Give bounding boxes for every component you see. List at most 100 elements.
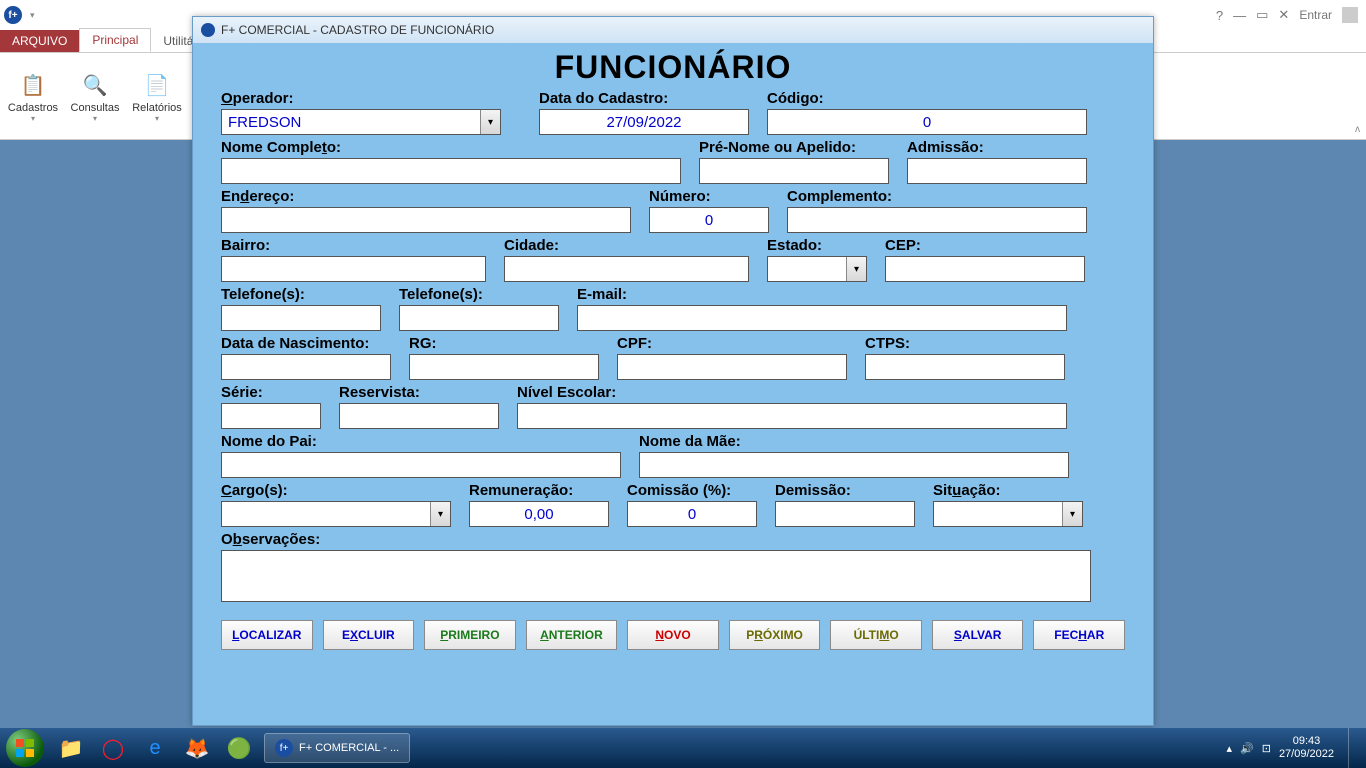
- telefone1-input[interactable]: [221, 305, 381, 331]
- qat-caret-icon[interactable]: ▾: [30, 10, 35, 21]
- bairro-input[interactable]: [221, 256, 486, 282]
- maximize-icon[interactable]: ▭: [1256, 7, 1268, 23]
- clipboard-check-icon: 📄: [141, 70, 173, 102]
- cidade-input[interactable]: [504, 256, 749, 282]
- reservista-input[interactable]: [339, 403, 499, 429]
- proximo-button[interactable]: PRÓXIMO: [729, 620, 821, 650]
- ctps-input[interactable]: [865, 354, 1065, 380]
- observacoes-input[interactable]: [221, 550, 1091, 602]
- cep-input[interactable]: [885, 256, 1085, 282]
- admissao-input[interactable]: [907, 158, 1087, 184]
- ribbon-collapse-icon[interactable]: ʌ: [1355, 124, 1360, 135]
- ribbon-relatorios-label: Relatórios: [132, 102, 182, 114]
- primeiro-button[interactable]: PRIMEIRO: [424, 620, 516, 650]
- tray-volume-icon[interactable]: 🔊: [1240, 742, 1254, 755]
- label-codigo: Código:: [767, 90, 1087, 107]
- firefox-icon[interactable]: 🦊: [177, 732, 217, 764]
- data-cadastro-input[interactable]: [539, 109, 749, 135]
- ribbon-cadastros[interactable]: 📋 Cadastros ▾: [6, 70, 60, 123]
- numero-input[interactable]: [649, 207, 769, 233]
- label-observacoes: Observações:: [221, 531, 1091, 548]
- ribbon-relatorios[interactable]: 📄 Relatórios ▾: [130, 70, 184, 123]
- salvar-button[interactable]: SALVAR: [932, 620, 1024, 650]
- explorer-icon[interactable]: 📁: [51, 732, 91, 764]
- estado-dropdown-icon[interactable]: ▾: [846, 257, 866, 281]
- tray-chevron-icon[interactable]: ▴: [1226, 742, 1232, 755]
- fechar-button[interactable]: FECHAR: [1033, 620, 1125, 650]
- localizar-button[interactable]: LOCALIZAR: [221, 620, 313, 650]
- label-nascimento: Data de Nascimento:: [221, 335, 391, 352]
- label-demissao: Demissão:: [775, 482, 915, 499]
- tray-time: 09:43: [1279, 735, 1334, 748]
- label-bairro: Bairro:: [221, 237, 486, 254]
- label-cidade: Cidade:: [504, 237, 749, 254]
- situacao-dropdown-icon[interactable]: ▾: [1062, 502, 1082, 526]
- nome-pai-input[interactable]: [221, 452, 621, 478]
- serie-input[interactable]: [221, 403, 321, 429]
- avatar-icon[interactable]: [1342, 7, 1358, 23]
- anterior-button[interactable]: ANTERIOR: [526, 620, 618, 650]
- start-button[interactable]: [6, 729, 44, 767]
- label-email: E-mail:: [577, 286, 1067, 303]
- rg-input[interactable]: [409, 354, 599, 380]
- label-cpf: CPF:: [617, 335, 847, 352]
- label-endereco: Endereço:: [221, 188, 631, 205]
- remuneracao-input[interactable]: [469, 501, 609, 527]
- excluir-button[interactable]: EXCLUIR: [323, 620, 415, 650]
- label-nome-completo: Nome Completo:: [221, 139, 681, 156]
- close-icon[interactable]: ✕: [1278, 7, 1289, 23]
- show-desktop-button[interactable]: [1348, 728, 1360, 768]
- operador-dropdown-icon[interactable]: ▾: [480, 110, 500, 134]
- label-comissao: Comissão (%):: [627, 482, 757, 499]
- cargos-input[interactable]: [221, 501, 451, 527]
- label-data-cadastro: Data do Cadastro:: [539, 90, 749, 107]
- demissao-input[interactable]: [775, 501, 915, 527]
- ribbon-consultas-label: Consultas: [71, 102, 120, 114]
- ie-icon[interactable]: e: [135, 732, 175, 764]
- sign-in-link[interactable]: Entrar: [1299, 8, 1332, 22]
- help-icon[interactable]: ?: [1216, 8, 1223, 23]
- windows-logo-icon: [15, 738, 35, 758]
- nascimento-input[interactable]: [221, 354, 391, 380]
- chevron-down-icon: ▾: [155, 114, 159, 123]
- nivel-escolar-input[interactable]: [517, 403, 1067, 429]
- window-titlebar[interactable]: F+ COMERCIAL - CADASTRO DE FUNCIONÁRIO: [193, 17, 1153, 43]
- label-situacao: Situação:: [933, 482, 1083, 499]
- endereco-input[interactable]: [221, 207, 631, 233]
- complemento-input[interactable]: [787, 207, 1087, 233]
- form-heading: FUNCIONÁRIO: [221, 49, 1125, 86]
- ribbon-consultas[interactable]: 🔍 Consultas ▾: [68, 70, 122, 123]
- novo-button[interactable]: NOVO: [627, 620, 719, 650]
- cpf-input[interactable]: [617, 354, 847, 380]
- nome-completo-input[interactable]: [221, 158, 681, 184]
- pre-nome-input[interactable]: [699, 158, 889, 184]
- task-fcomercial[interactable]: f+ F+ COMERCIAL - ...: [264, 733, 410, 763]
- cargos-dropdown-icon[interactable]: ▾: [430, 502, 450, 526]
- tray-network-icon[interactable]: ⊡: [1262, 742, 1271, 755]
- tab-principal[interactable]: Principal: [79, 28, 151, 52]
- label-numero: Número:: [649, 188, 769, 205]
- opera-icon[interactable]: ◯: [93, 732, 133, 764]
- label-serie: Série:: [221, 384, 321, 401]
- tab-arquivo[interactable]: ARQUIVO: [0, 30, 79, 52]
- task-app-label: F+ COMERCIAL - ...: [299, 742, 399, 754]
- label-complemento: Complemento:: [787, 188, 1087, 205]
- minimize-icon[interactable]: —: [1233, 8, 1246, 23]
- label-ctps: CTPS:: [865, 335, 1065, 352]
- situacao-input[interactable]: [933, 501, 1083, 527]
- tray-clock[interactable]: 09:43 27/09/2022: [1279, 735, 1334, 761]
- task-app-icon: f+: [275, 739, 293, 757]
- label-admissao: Admissão:: [907, 139, 1087, 156]
- chrome-icon[interactable]: 🟢: [219, 732, 259, 764]
- comissao-input[interactable]: [627, 501, 757, 527]
- chevron-down-icon: ▾: [93, 114, 97, 123]
- nome-mae-input[interactable]: [639, 452, 1069, 478]
- tray-date: 27/09/2022: [1279, 748, 1334, 761]
- chevron-down-icon: ▾: [31, 114, 35, 123]
- ultimo-button[interactable]: ÚLTIMO: [830, 620, 922, 650]
- label-nivel-escolar: Nível Escolar:: [517, 384, 1067, 401]
- codigo-input[interactable]: [767, 109, 1087, 135]
- operador-input[interactable]: [221, 109, 501, 135]
- email-input[interactable]: [577, 305, 1067, 331]
- telefone2-input[interactable]: [399, 305, 559, 331]
